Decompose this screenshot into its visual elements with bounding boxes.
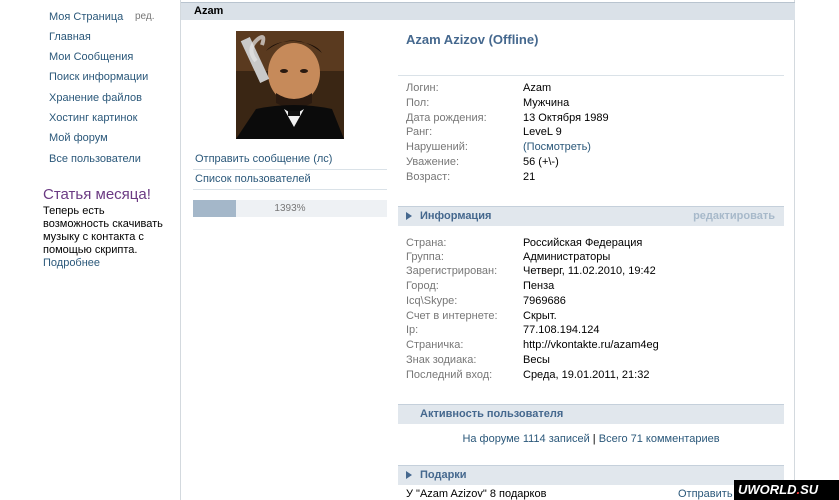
article-of-month: Статья месяца! Теперь есть возможность с… bbox=[43, 186, 173, 270]
row-label: Логин: bbox=[406, 82, 439, 94]
left-sidebar: Моя Страница ред. Главная Мои Сообщения … bbox=[0, 0, 178, 500]
row-label: Ранг: bbox=[406, 126, 433, 138]
watermark-text-b: SU bbox=[800, 482, 819, 497]
gifts-section-title: Подарки bbox=[420, 469, 467, 481]
row-label: Группа: bbox=[406, 251, 444, 263]
nav-my-forum[interactable]: Мой форум bbox=[49, 132, 108, 144]
nav-main[interactable]: Главная bbox=[49, 31, 91, 43]
row-value: Пенза bbox=[523, 280, 555, 292]
watermark-text-a: UWORLD bbox=[738, 482, 797, 497]
info-row-country: Страна: Российская Федерация bbox=[406, 237, 786, 251]
row-value: Четверг, 11.02.2010, 19:42 bbox=[523, 265, 656, 277]
avatar-photo bbox=[236, 31, 344, 139]
row-value: Azam bbox=[523, 82, 552, 94]
respect-value[interactable]: 56 (+\-) bbox=[523, 156, 559, 168]
info-section-title: Информация bbox=[420, 210, 492, 222]
nav-messages[interactable]: Мои Сообщения bbox=[49, 51, 133, 63]
user-list-link[interactable]: Список пользователей bbox=[193, 170, 387, 190]
info-row-zodiac: Знак зодиака: Весы bbox=[406, 354, 786, 368]
basic-row-birthdate: Дата рождения: 13 Октября 1989 bbox=[406, 112, 786, 126]
info-row-last-login: Последний вход: Среда, 19.01.2011, 21:32 bbox=[406, 369, 786, 383]
basic-row-login: Логин: Azam bbox=[406, 82, 786, 96]
rating-progress-label: 1393% bbox=[274, 203, 306, 214]
nav-image-hosting[interactable]: Хостинг картинок bbox=[49, 112, 137, 124]
activity-section-header: Активность пользователя bbox=[398, 404, 784, 424]
nav-file-storage[interactable]: Хранение файлов bbox=[49, 92, 142, 104]
avatar[interactable] bbox=[236, 31, 344, 139]
row-label: Страна: bbox=[406, 237, 447, 249]
homepage-link[interactable]: http://vkontakte.ru/azam4eg bbox=[523, 339, 659, 351]
info-row-city: Город: Пенза bbox=[406, 280, 786, 294]
profile-name-header: Azam Azizov (Offline) bbox=[406, 32, 539, 47]
row-value: 77.108.194.124 bbox=[523, 324, 600, 336]
info-row-registered: Зарегистрирован: Четверг, 11.02.2010, 19… bbox=[406, 265, 786, 279]
article-title: Статья месяца! bbox=[43, 186, 151, 203]
row-label: Последний вход: bbox=[406, 369, 493, 381]
basic-row-violations: Нарушений: (Посмотреть) bbox=[406, 141, 786, 155]
row-value: 7969686 bbox=[523, 295, 566, 307]
row-label: Ip: bbox=[406, 324, 419, 336]
info-row-group: Группа: Администраторы bbox=[406, 251, 786, 265]
gifts-section-header: Подарки bbox=[398, 465, 784, 485]
row-value: Среда, 19.01.2011, 21:32 bbox=[523, 369, 650, 381]
nav-all-users[interactable]: Все пользователи bbox=[49, 153, 141, 165]
nav-edit-link[interactable]: ред. bbox=[135, 11, 155, 22]
info-row-icq: Icq\Skype: 7969686 bbox=[406, 295, 786, 309]
row-value: Российская Федерация bbox=[523, 237, 643, 249]
row-label: Дата рождения: bbox=[406, 112, 487, 124]
row-label: Страничка: bbox=[406, 339, 464, 351]
send-message-link[interactable]: Отправить сообщение (лс) bbox=[193, 150, 387, 170]
site-watermark: UWORLD.SU bbox=[734, 480, 839, 500]
row-label: Icq\Skype: bbox=[406, 295, 458, 307]
row-value: Администраторы bbox=[523, 251, 611, 263]
activity-section-title: Активность пользователя bbox=[420, 408, 564, 420]
rating-progress-bar: 1393% bbox=[193, 200, 387, 217]
info-row-account: Счет в интернете: Скрыт. bbox=[406, 310, 786, 324]
row-label: Город: bbox=[406, 280, 439, 292]
row-label: Знак зодиака: bbox=[406, 354, 477, 366]
violations-link[interactable]: (Посмотреть) bbox=[523, 141, 591, 153]
basic-row-rank: Ранг: LeveL 9 bbox=[406, 126, 786, 140]
row-label: Пол: bbox=[406, 97, 430, 109]
info-row-homepage: Страничка: http://vkontakte.ru/azam4eg bbox=[406, 339, 786, 353]
page-title: Azam bbox=[194, 5, 224, 17]
row-value: 13 Октября 1989 bbox=[523, 112, 609, 124]
row-value: 21 bbox=[523, 171, 536, 183]
nav-search[interactable]: Поиск информации bbox=[49, 71, 148, 83]
row-label: Возраст: bbox=[406, 171, 451, 183]
row-value: Мужчина bbox=[523, 97, 570, 109]
activity-separator: | bbox=[589, 433, 599, 445]
send-gift-link[interactable]: Отправить bbox=[678, 488, 733, 500]
nav-my-page[interactable]: Моя Страница bbox=[49, 11, 123, 23]
info-row-ip: Ip: 77.108.194.124 bbox=[406, 324, 786, 338]
article-more-link[interactable]: Подробнее bbox=[43, 257, 173, 270]
section-arrow-icon bbox=[406, 471, 412, 479]
row-value: LeveL 9 bbox=[523, 126, 562, 138]
row-value: Весы bbox=[523, 354, 550, 366]
basic-row-gender: Пол: Мужчина bbox=[406, 97, 786, 111]
basic-row-respect: Уважение: 56 (+\-) bbox=[406, 156, 786, 170]
comments-link[interactable]: Всего 71 комментариев bbox=[599, 433, 720, 445]
info-section-header: Информация редактировать bbox=[398, 206, 784, 226]
row-label: Уважение: bbox=[406, 156, 460, 168]
activity-summary: На форуме 1114 записей | Всего 71 коммен… bbox=[398, 433, 784, 445]
row-label: Нарушений: bbox=[406, 141, 468, 153]
row-label: Счет в интернете: bbox=[406, 310, 498, 322]
page-title-bar: Azam bbox=[181, 2, 795, 20]
forum-posts-link[interactable]: На форуме 1114 записей bbox=[462, 433, 589, 445]
name-divider bbox=[398, 75, 784, 76]
article-text: Теперь есть возможность скачивать музыку… bbox=[43, 205, 163, 256]
row-label: Зарегистрирован: bbox=[406, 265, 498, 277]
basic-row-age: Возраст: 21 bbox=[406, 171, 786, 185]
edit-info-link[interactable]: редактировать bbox=[693, 210, 775, 222]
section-arrow-icon bbox=[406, 212, 412, 220]
row-value: Скрыт. bbox=[523, 310, 557, 322]
